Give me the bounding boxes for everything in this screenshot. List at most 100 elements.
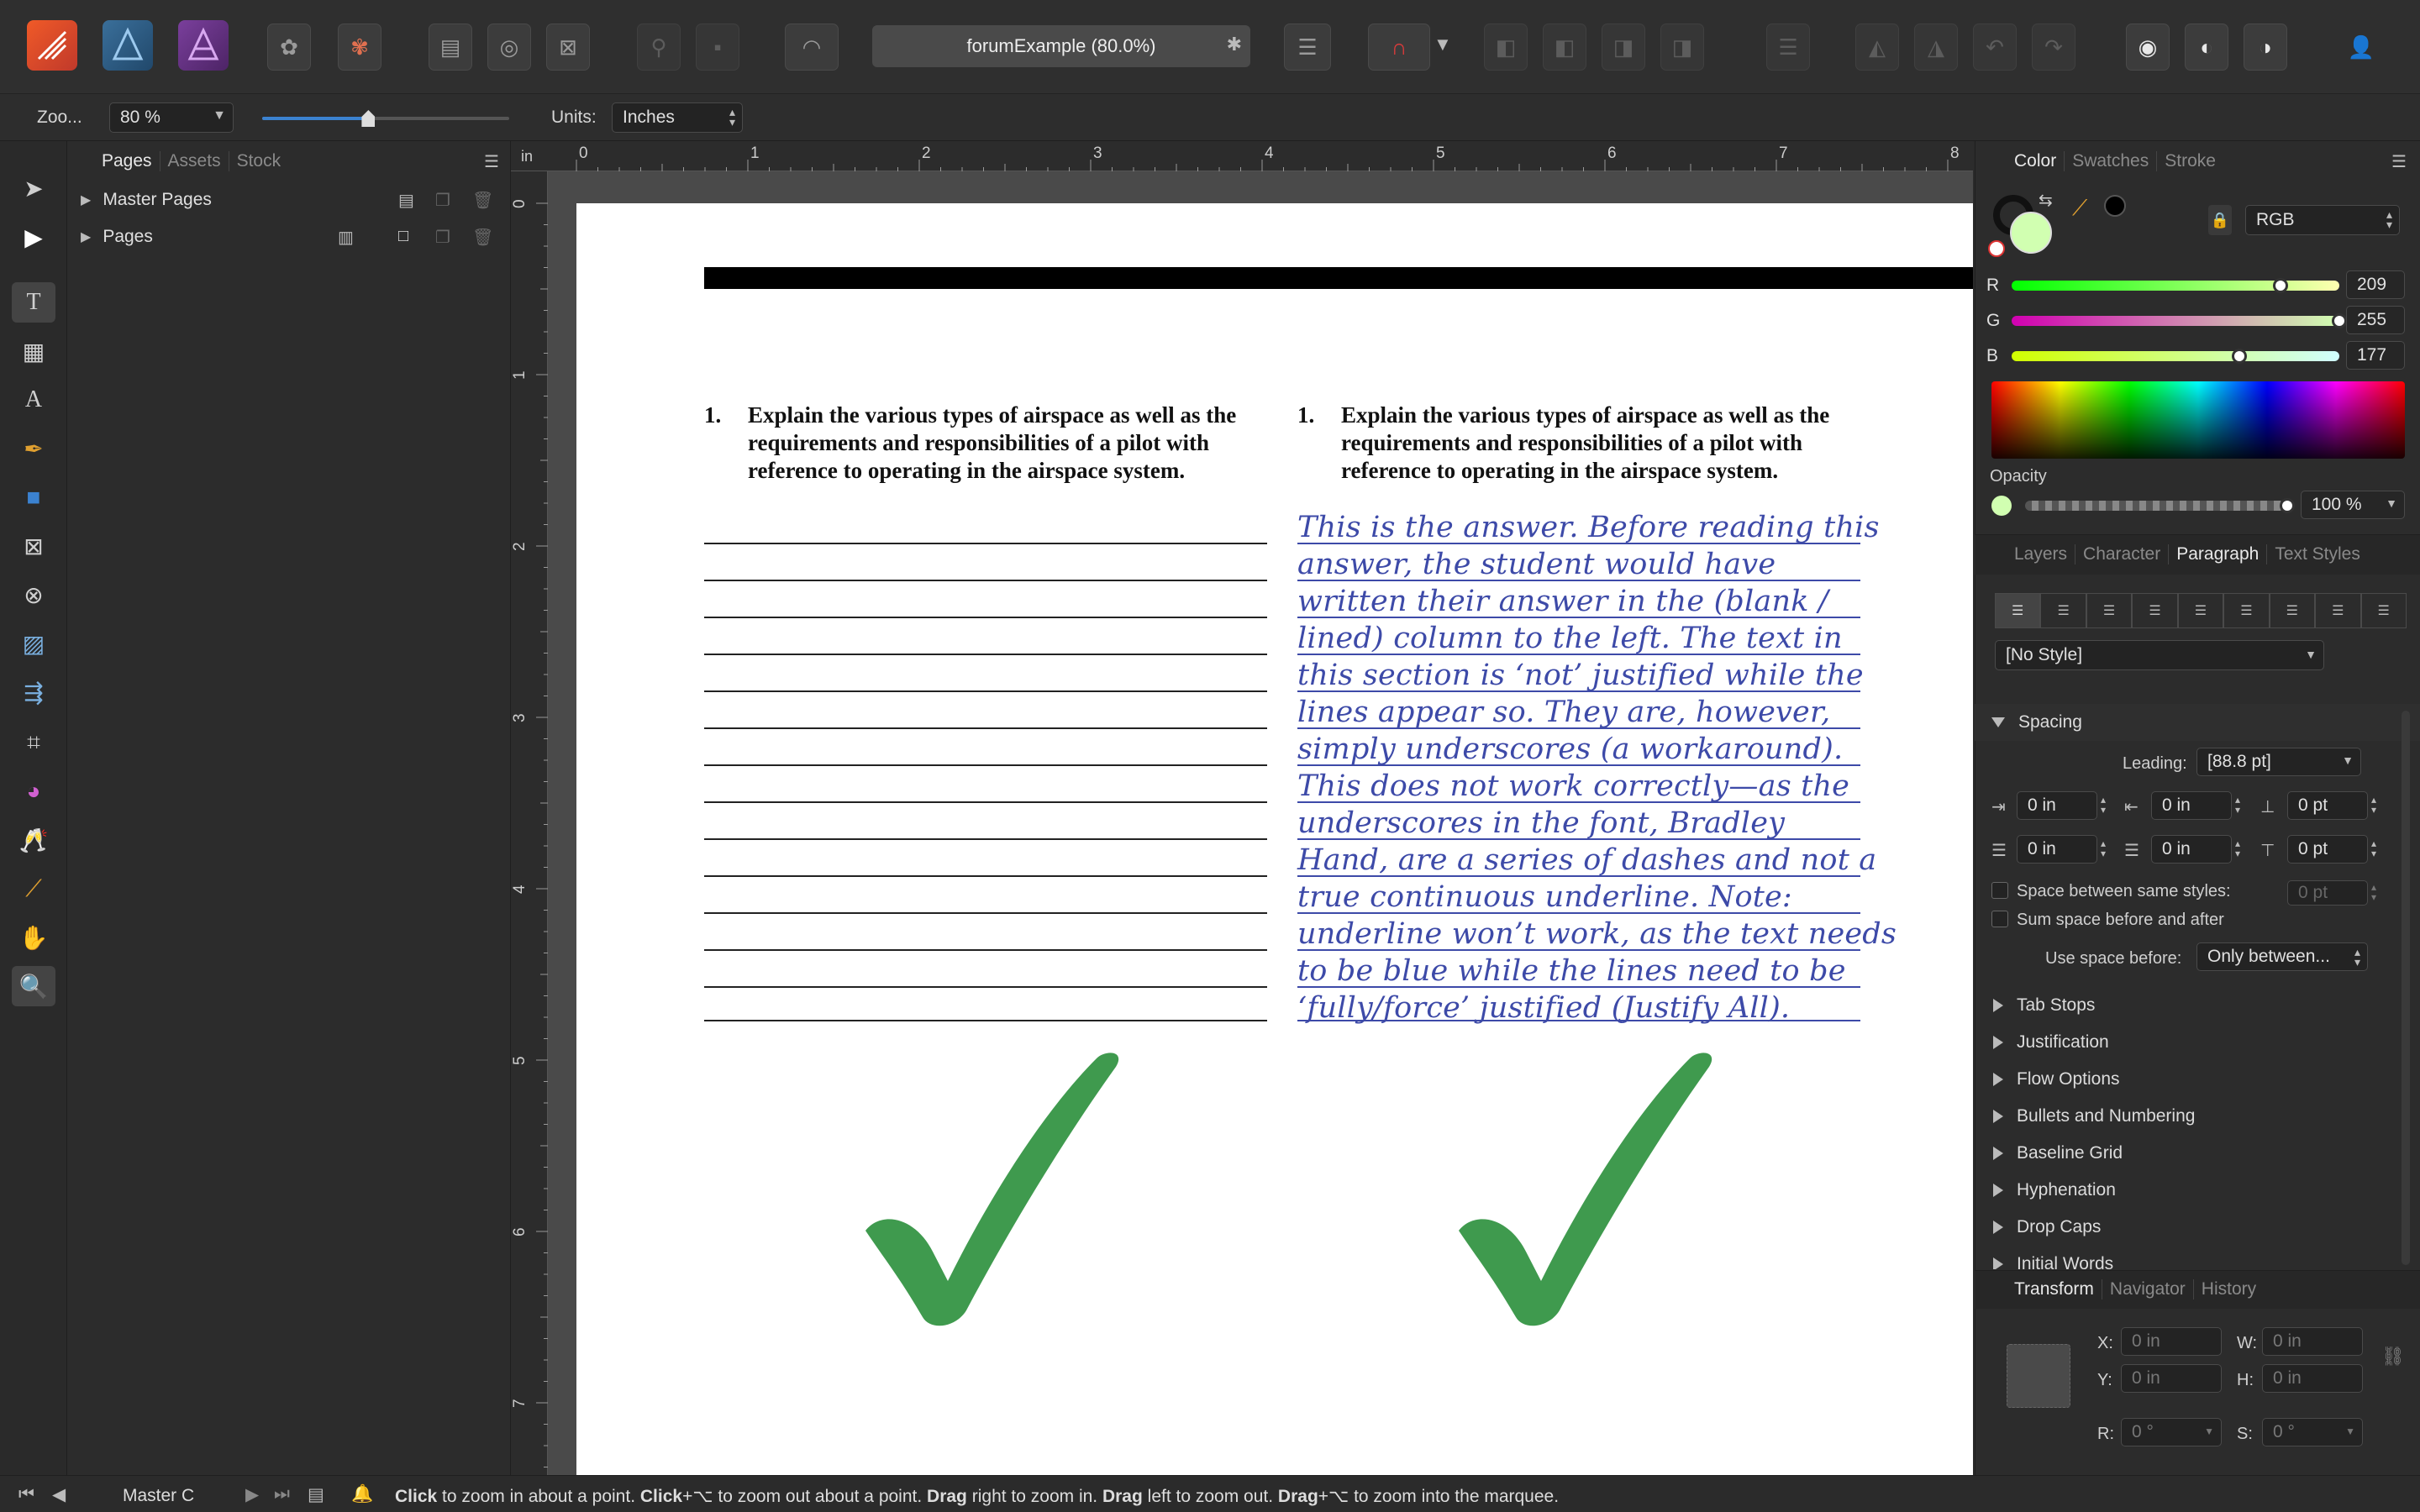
use-space-select[interactable]: Only between... ▴ ▾ [2196, 942, 2368, 971]
tab-paragraph[interactable]: Paragraph [2169, 544, 2268, 564]
notification-bell-icon[interactable]: 🔔 [351, 1484, 373, 1504]
black-swatch-icon[interactable] [2104, 195, 2126, 217]
tab-stroke[interactable]: Stroke [2157, 151, 2223, 171]
align-left-icon[interactable]: ☰ [1995, 593, 2041, 628]
rectangle-tool-icon[interactable]: ■ [12, 477, 55, 517]
justify-center-icon[interactable]: ☰ [2177, 593, 2224, 628]
picture-frame-icon[interactable]: ⊠ [546, 24, 590, 71]
duplicate-icon[interactable]: ❐ [435, 227, 450, 248]
fill-color-well[interactable] [2010, 212, 2052, 254]
rotate-right-icon[interactable]: ↷ [2032, 24, 2075, 71]
panel-menu-icon[interactable]: ☰ [2391, 151, 2407, 172]
baseline-grid-section[interactable]: Baseline Grid [1975, 1135, 2420, 1172]
no-color-icon[interactable] [1988, 240, 2005, 257]
expand-icon[interactable] [1993, 999, 2003, 1012]
zoom-tool-icon[interactable]: 🔍 [12, 966, 55, 1006]
same-styles-field[interactable]: 0 pt [2287, 880, 2368, 906]
snapping-dropdown-icon[interactable]: ▼ [1434, 34, 1452, 55]
stepper-icon[interactable]: ▴ ▾ [2101, 795, 2106, 815]
boolean-add-icon[interactable]: ◉ [2126, 24, 2170, 71]
add-master-icon[interactable]: ▤ [398, 190, 414, 211]
rotation-field[interactable]: 0 ° ▼ [2121, 1418, 2222, 1446]
align-center-icon[interactable]: ☰ [2040, 593, 2086, 628]
add-page-icon[interactable]: □ [398, 227, 408, 246]
left-indent-field[interactable]: 0 in [2017, 791, 2097, 820]
align-away-spine-icon[interactable]: ☰ [2360, 593, 2407, 628]
page-panel-icon[interactable]: ▤ [308, 1484, 324, 1505]
spread-icon[interactable]: ▥ [338, 227, 354, 248]
stepper-icon[interactable]: ▴ ▾ [2101, 838, 2106, 858]
crop-tool-icon[interactable]: ⌗ [12, 722, 55, 763]
opacity-slider-handle[interactable] [2280, 498, 2295, 513]
ellipse-frame-tool-icon[interactable]: ⊗ [12, 575, 55, 615]
drop-caps-section[interactable]: Drop Caps [1975, 1209, 2420, 1246]
tab-assets[interactable]: Assets [160, 151, 229, 171]
expand-icon[interactable]: ▶ [81, 192, 91, 208]
boolean-intersect-icon[interactable]: ◑ [2244, 24, 2287, 71]
stepper-icon[interactable]: ▴ ▾ [2235, 795, 2240, 815]
first-page-icon[interactable]: ⏮ [18, 1484, 34, 1504]
answer-text-line[interactable]: This does not work correctly—as the [1297, 769, 1860, 803]
boolean-subtract-icon[interactable]: ◐ [2185, 24, 2228, 71]
answer-text-line[interactable]: true continuous underline. Note: [1297, 880, 1860, 914]
pages-item[interactable]: ▶ Pages ▥ □ ❐ 🗑 [67, 218, 511, 255]
red-slider[interactable] [2012, 278, 2339, 293]
tab-transform[interactable]: Transform [2007, 1279, 2102, 1299]
collapse-icon[interactable] [1991, 717, 2005, 727]
expand-icon[interactable] [1993, 1073, 2003, 1086]
blue-slider-handle[interactable] [2231, 349, 2247, 364]
previous-page-icon[interactable]: ◀ [52, 1484, 66, 1505]
justify-left-icon[interactable]: ☰ [2132, 593, 2178, 628]
right-question-text[interactable]: Explain the various types of airspace as… [1341, 402, 1870, 485]
hyphenation-section[interactable]: Hyphenation [1975, 1172, 2420, 1209]
justification-section[interactable]: Justification [1975, 1024, 2420, 1061]
blue-slider[interactable] [2012, 349, 2339, 364]
frame-text-tool-icon[interactable]: T [12, 282, 55, 323]
w-field[interactable]: 0 in [2262, 1327, 2363, 1356]
expand-icon[interactable] [1993, 1110, 2003, 1123]
same-styles-checkbox[interactable] [1991, 882, 2008, 899]
duplicate-icon[interactable]: ❐ [435, 190, 450, 211]
h-field[interactable]: 0 in [2262, 1364, 2363, 1393]
answer-text-line[interactable]: Hand, are a series of dashes and not a [1297, 843, 1876, 877]
publisher-persona-icon[interactable] [27, 20, 77, 71]
tab-history[interactable]: History [2194, 1279, 2264, 1299]
tab-color[interactable]: Color [2007, 151, 2065, 171]
color-spectrum[interactable] [1991, 381, 2405, 459]
answer-text-line[interactable]: simply underscores (a workaround). [1297, 732, 1860, 766]
arrange-backward-icon[interactable]: ◧ [1543, 24, 1586, 71]
color-mode-select[interactable]: RGB ▴ ▾ [2245, 205, 2400, 235]
arrange-front-icon[interactable]: ◨ [1660, 24, 1704, 71]
delete-icon[interactable]: 🗑 [472, 227, 493, 248]
red-field[interactable]: 209 [2346, 270, 2405, 299]
green-slider[interactable] [2012, 313, 2347, 328]
opacity-field[interactable]: 100 % ▼ [2301, 491, 2405, 519]
artistic-text-tool-icon[interactable]: A [12, 380, 55, 420]
pin-icon[interactable]: ⚲ [637, 24, 681, 71]
left-checkmark-icon[interactable] [849, 1050, 1134, 1327]
blue-field[interactable]: 177 [2346, 341, 2405, 370]
arrange-back-icon[interactable]: ◧ [1484, 24, 1528, 71]
align-right-icon[interactable]: ☰ [2086, 593, 2133, 628]
answer-text-line[interactable]: written their answer in the (blank / [1297, 585, 1860, 618]
picture-frame-tool-icon[interactable]: ⊠ [12, 526, 55, 566]
space-after-field[interactable]: 0 pt [2287, 835, 2368, 864]
units-select[interactable]: Inches ▴ ▾ [612, 102, 743, 133]
master-pages-item[interactable]: ▶ Master Pages ▤ ❐ 🗑 [67, 181, 511, 218]
justify-right-icon[interactable]: ☰ [2223, 593, 2270, 628]
color-picker-tool-icon[interactable]: ◕ [12, 771, 55, 811]
account-icon[interactable]: 👤 [2339, 24, 2383, 71]
green-field[interactable]: 255 [2346, 306, 2405, 334]
designer-persona-icon[interactable] [103, 20, 153, 71]
tab-swatches[interactable]: Swatches [2065, 151, 2158, 171]
snapping-magnet-icon[interactable]: ∩ [1368, 24, 1430, 71]
x-field[interactable]: 0 in [2121, 1327, 2222, 1356]
expand-icon[interactable] [1993, 1257, 2003, 1269]
panel-menu-icon[interactable]: ☰ [484, 151, 499, 172]
answer-text-line[interactable]: this section is ‘not’ justified while th… [1297, 659, 1864, 692]
table-tool-icon[interactable]: ▦ [12, 331, 55, 371]
expand-icon[interactable] [1993, 1221, 2003, 1234]
current-page-label[interactable]: Master C [123, 1486, 194, 1506]
expand-icon[interactable] [1993, 1036, 2003, 1049]
shear-field[interactable]: 0 ° ▼ [2262, 1418, 2363, 1446]
